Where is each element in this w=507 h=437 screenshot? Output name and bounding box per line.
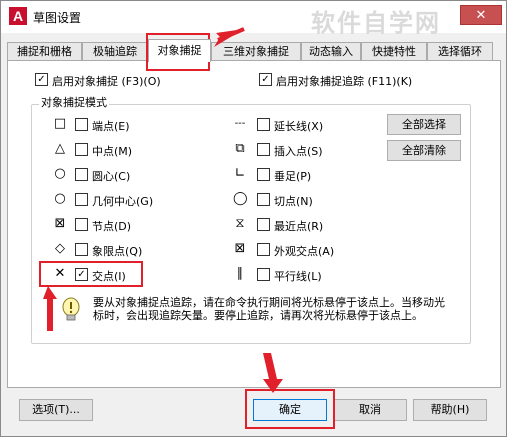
snap-modes-group-title: 对象捕捉模式 [39, 94, 109, 110]
extension-checkbox[interactable] [257, 118, 270, 131]
enable-osnap-checkbox[interactable]: ✓ [35, 73, 48, 86]
ok-button-highlight [245, 389, 335, 429]
nearest-icon: ⧖ [235, 216, 245, 231]
title-bar: A 草图设置 软件自学网 ✕ [1, 1, 506, 37]
nearest-label: 最近点(R) [274, 220, 324, 233]
tangent-label: 切点(N) [274, 195, 313, 208]
quadrant-checkbox[interactable] [75, 243, 88, 256]
geometric-center-checkbox[interactable] [75, 193, 88, 206]
autocad-app-icon: A [9, 7, 27, 25]
select-all-button[interactable]: 全部选择 [387, 114, 461, 135]
midpoint-checkbox[interactable] [75, 143, 88, 156]
tab-object-snap[interactable]: 对象捕捉 [148, 39, 211, 62]
parallel-checkbox[interactable] [257, 268, 270, 281]
lightbulb-icon [62, 297, 80, 321]
parallel-label: 平行线(L) [274, 270, 322, 283]
close-button[interactable]: ✕ [460, 5, 502, 25]
center-label: 圆心(C) [92, 170, 131, 183]
tab-polar-tracking[interactable]: 极轴追踪 [82, 42, 148, 61]
enable-tracking-label: 启用对象捕捉追踪 (F11)(K) [276, 75, 413, 88]
apparent-intersection-icon: ⊠ [234, 241, 246, 256]
perpendicular-icon: ∟ [234, 166, 246, 181]
tracking-tip-text: 要从对象捕捉点追踪，请在命令执行期间将光标悬停于该点上。当移动光标时，会出现追踪… [93, 296, 445, 322]
tab-strip: 捕捉和栅格 极轴追踪 对象捕捉 三维对象捕捉 动态输入 快捷特性 选择循环 [7, 39, 503, 62]
insertion-checkbox[interactable] [257, 143, 270, 156]
perpendicular-checkbox[interactable] [257, 168, 270, 181]
node-label: 节点(D) [92, 220, 132, 233]
help-button[interactable]: 帮助(H) [413, 399, 487, 421]
perpendicular-label: 垂足(P) [274, 170, 312, 183]
watermark-text: 软件自学网 [311, 9, 441, 37]
midpoint-label: 中点(M) [92, 145, 133, 158]
extension-icon: --- [234, 118, 246, 129]
tab-3d-object-snap[interactable]: 三维对象捕捉 [211, 42, 301, 61]
quadrant-icon: ◇ [55, 241, 65, 256]
apparent-intersection-checkbox[interactable] [257, 243, 270, 256]
tab-quick-properties[interactable]: 快捷特性 [361, 42, 427, 61]
insertion-label: 插入点(S) [274, 145, 323, 158]
clear-all-button[interactable]: 全部清除 [387, 140, 461, 161]
enable-tracking-checkbox[interactable]: ✓ [259, 73, 272, 86]
tangent-checkbox[interactable] [257, 193, 270, 206]
geometric-center-label: 几何中心(G) [92, 195, 154, 208]
node-checkbox[interactable] [75, 218, 88, 231]
insertion-icon: ⧉ [235, 141, 245, 156]
tab-dynamic-input[interactable]: 动态输入 [301, 42, 361, 61]
extension-label: 延长线(X) [274, 120, 324, 133]
tab-selection-cycling[interactable]: 选择循环 [427, 42, 493, 61]
apparent-intersection-label: 外观交点(A) [274, 245, 335, 258]
endpoint-checkbox[interactable] [75, 118, 88, 131]
parallel-icon: ∥ [236, 266, 244, 281]
enable-osnap-label: 启用对象捕捉 (F3)(O) [52, 75, 161, 88]
center-checkbox[interactable] [75, 168, 88, 181]
tangent-icon: ◯ [233, 191, 248, 206]
center-icon: ○ [54, 166, 66, 181]
endpoint-label: 端点(E) [92, 120, 130, 133]
endpoint-icon: □ [53, 116, 67, 131]
drafting-settings-dialog: A 草图设置 软件自学网 ✕ 捕捉和栅格 极轴追踪 对象捕捉 三维对象捕捉 动态… [0, 0, 507, 437]
node-icon: ⊠ [54, 216, 66, 231]
intersection-highlight [39, 261, 143, 287]
geometric-center-icon: ○ [54, 191, 66, 206]
nearest-checkbox[interactable] [257, 218, 270, 231]
options-button[interactable]: 选项(T)... [19, 399, 93, 421]
quadrant-label: 象限点(Q) [92, 245, 143, 258]
midpoint-icon: △ [55, 141, 65, 156]
tab-snap-grid[interactable]: 捕捉和栅格 [7, 42, 82, 61]
window-title: 草图设置 [33, 11, 82, 25]
cancel-button[interactable]: 取消 [333, 399, 407, 421]
